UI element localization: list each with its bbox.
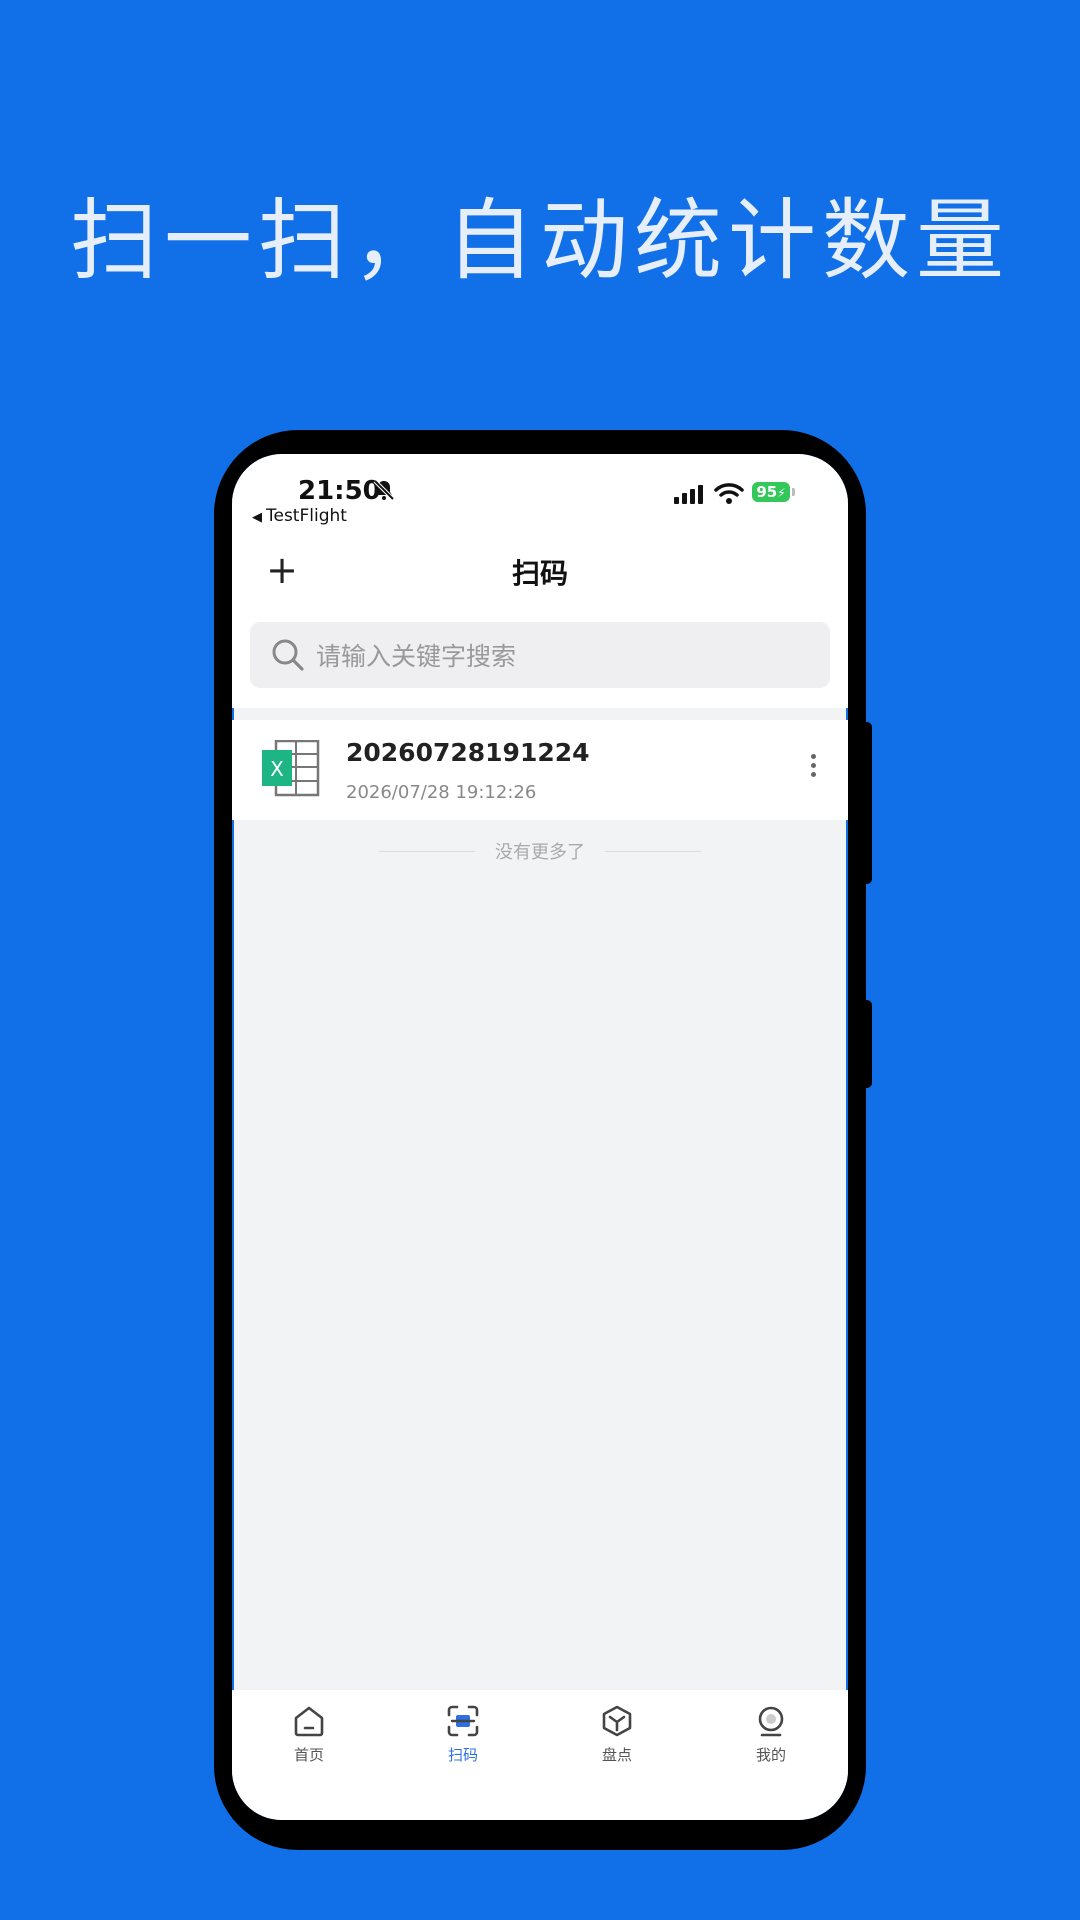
tab-home[interactable]: 首页: [232, 1690, 386, 1820]
back-to-app-link[interactable]: ◀ TestFlight: [252, 506, 347, 526]
divider: [605, 850, 701, 852]
add-button[interactable]: +: [260, 550, 304, 594]
status-bar: 21:50 ◀ TestFlight 95⚡: [232, 454, 848, 530]
box-icon: [602, 1705, 632, 1737]
no-more-indicator: 没有更多了: [232, 836, 848, 866]
divider: [379, 850, 475, 852]
phone-side-button: [862, 722, 872, 884]
tab-scan-label: 扫码: [447, 1746, 478, 1764]
bell-muted-icon: [373, 479, 395, 501]
charging-bolt-icon: ⚡: [777, 486, 786, 500]
profile-icon: [758, 1706, 784, 1737]
wifi-icon: [714, 483, 744, 504]
item-timestamp: 2026/07/28 19:12:26: [346, 782, 537, 803]
status-time: 21:50: [298, 476, 381, 506]
tab-home-label: 首页: [293, 1746, 324, 1764]
phone-screen: 21:50 ◀ TestFlight 95⚡ + 扫码 请输入关键字搜索 X 2…: [232, 454, 848, 1820]
tab-inventory[interactable]: 盘点: [540, 1690, 694, 1820]
item-title: 20260728191224: [346, 738, 590, 767]
more-dot: [810, 763, 816, 768]
search-icon: [272, 639, 304, 671]
svg-text:X: X: [270, 757, 284, 781]
battery-indicator: 95⚡: [752, 482, 790, 502]
more-dot: [810, 754, 816, 759]
search-input[interactable]: [314, 632, 818, 680]
back-app-label: TestFlight: [266, 506, 347, 526]
promo-headline: 扫一扫，自动统计数量: [69, 189, 1010, 292]
list-item[interactable]: X 20260728191224 2026/07/28 19:12:26: [232, 720, 848, 820]
home-icon: [294, 1706, 324, 1737]
tab-bar: 首页 扫码 盘点 我的: [232, 1690, 848, 1820]
tab-profile[interactable]: 我的: [694, 1690, 848, 1820]
tab-inventory-label: 盘点: [601, 1746, 632, 1764]
no-more-text: 没有更多了: [495, 842, 585, 863]
more-options-button[interactable]: [798, 750, 828, 790]
battery-level: 95: [756, 483, 778, 501]
page-title: 扫码: [511, 557, 568, 590]
nav-bar: + 扫码: [232, 530, 848, 616]
search-bar: [232, 616, 848, 708]
tab-scan[interactable]: 扫码: [386, 1690, 540, 1820]
more-dot: [810, 772, 816, 777]
search-box[interactable]: [250, 622, 830, 688]
phone-side-button: [862, 1000, 872, 1088]
back-triangle-icon: ◀: [252, 510, 262, 525]
battery-cap: [792, 488, 795, 496]
scan-icon: [447, 1705, 479, 1737]
tab-profile-label: 我的: [755, 1746, 786, 1764]
cellular-signal-icon: [674, 485, 703, 504]
excel-file-icon: X: [262, 740, 320, 797]
